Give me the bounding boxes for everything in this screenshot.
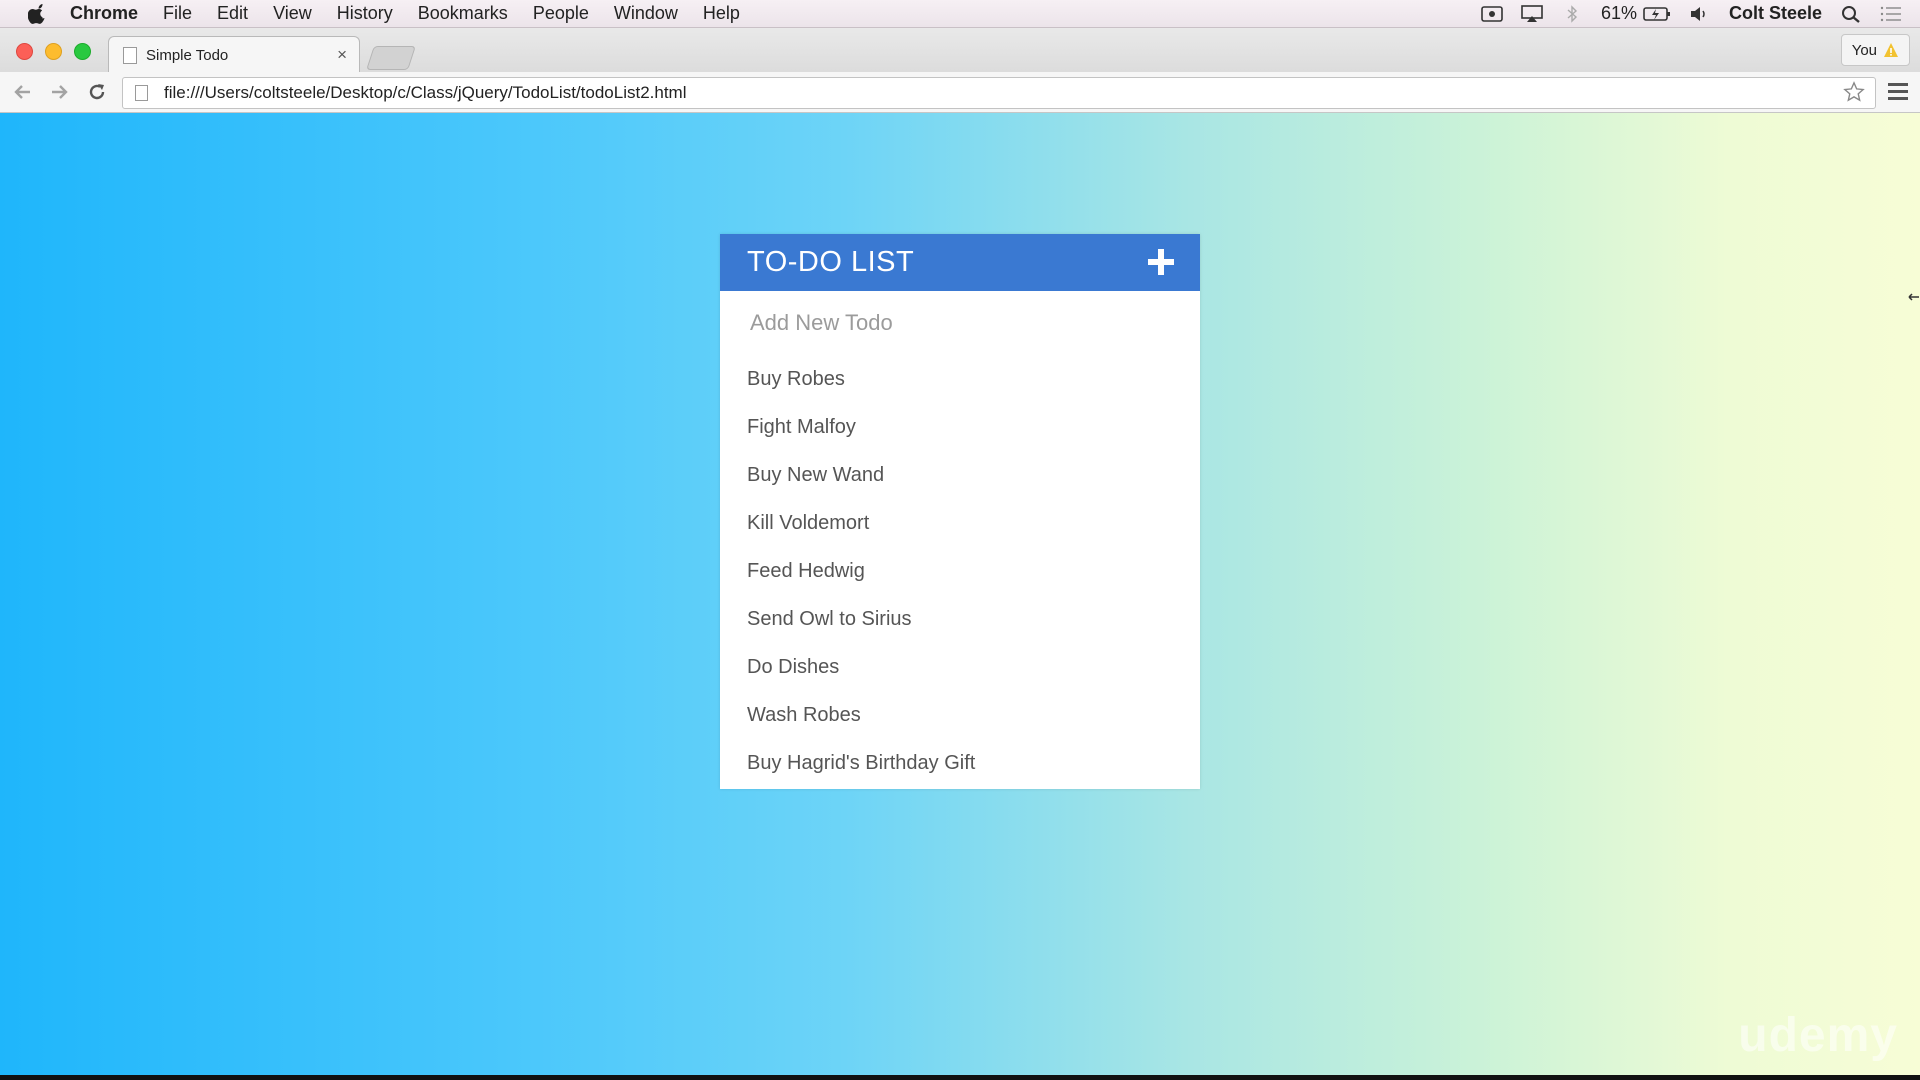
todo-item[interactable]: Feed Hedwig — [720, 547, 1200, 595]
minimize-window-button[interactable] — [45, 43, 62, 60]
battery-icon[interactable] — [1643, 5, 1671, 23]
address-bar[interactable]: file:///Users/coltsteele/Desktop/c/Class… — [122, 77, 1876, 109]
menu-bar-line — [1888, 83, 1908, 86]
menu-file[interactable]: File — [163, 3, 192, 24]
todo-item[interactable]: Wash Robes — [720, 691, 1200, 739]
todo-container: TO-DO LIST Buy Robes Fight Malfoy Buy Ne… — [720, 234, 1200, 789]
zoom-window-button[interactable] — [74, 43, 91, 60]
window-bottom-edge — [0, 1075, 1920, 1080]
todo-item[interactable]: Fight Malfoy — [720, 403, 1200, 451]
resize-cursor-icon — [1908, 293, 1919, 301]
screen-record-icon[interactable] — [1481, 5, 1503, 23]
menu-bar-line — [1888, 90, 1908, 93]
menu-help[interactable]: Help — [703, 3, 740, 24]
tab-simple-todo[interactable]: Simple Todo × — [108, 36, 360, 73]
close-window-button[interactable] — [16, 43, 33, 60]
menu-view[interactable]: View — [273, 3, 312, 24]
volume-icon[interactable] — [1689, 5, 1711, 23]
menu-history[interactable]: History — [337, 3, 393, 24]
warning-icon — [1884, 43, 1898, 57]
menu-edit[interactable]: Edit — [217, 3, 248, 24]
todo-item[interactable]: Do Dishes — [720, 643, 1200, 691]
page-viewport: TO-DO LIST Buy Robes Fight Malfoy Buy Ne… — [0, 113, 1920, 1075]
window-controls — [16, 43, 103, 60]
spotlight-search-icon[interactable] — [1840, 5, 1862, 23]
menu-people[interactable]: People — [533, 3, 589, 24]
chrome-menu-icon[interactable] — [1888, 83, 1908, 101]
todo-item[interactable]: Kill Voldemort — [720, 499, 1200, 547]
reload-icon[interactable] — [86, 81, 108, 103]
profile-label: You — [1851, 41, 1877, 59]
todo-title: TO-DO LIST — [747, 246, 915, 278]
forward-arrow-icon[interactable] — [48, 81, 70, 103]
todo-item[interactable]: Send Owl to Sirius — [720, 595, 1200, 643]
tab-title: Simple Todo — [146, 46, 229, 64]
address-url[interactable]: file:///Users/coltsteele/Desktop/c/Class… — [164, 83, 687, 103]
profile-button[interactable]: You — [1840, 34, 1910, 66]
menu-bookmarks[interactable]: Bookmarks — [418, 3, 508, 24]
bluetooth-icon[interactable] — [1561, 4, 1583, 23]
todo-item[interactable]: Buy Hagrid's Birthday Gift — [720, 739, 1200, 789]
new-tab-button[interactable] — [366, 46, 416, 70]
tab-close-icon[interactable]: × — [337, 45, 347, 65]
back-arrow-icon[interactable] — [12, 81, 34, 103]
page-favicon-icon — [123, 46, 137, 64]
menu-bar-line — [1888, 97, 1908, 100]
bookmark-star-icon[interactable] — [1843, 81, 1865, 103]
new-todo-input[interactable] — [720, 291, 1200, 355]
airplay-icon[interactable] — [1521, 4, 1543, 23]
menu-app-name[interactable]: Chrome — [70, 3, 138, 24]
todo-list: Buy Robes Fight Malfoy Buy New Wand Kill… — [720, 355, 1200, 789]
plus-icon[interactable] — [1148, 249, 1174, 275]
udemy-watermark: udemy — [1738, 1009, 1898, 1062]
tab-strip: Simple Todo × You — [0, 28, 1920, 73]
apple-icon[interactable] — [28, 3, 48, 24]
battery-percent: 61% — [1600, 3, 1637, 23]
todo-item[interactable]: Buy New Wand — [720, 451, 1200, 499]
browser-toolbar: file:///Users/coltsteele/Desktop/c/Class… — [0, 72, 1920, 113]
todo-header: TO-DO LIST — [720, 234, 1200, 291]
user-name[interactable]: Colt Steele — [1729, 3, 1822, 24]
mac-menu-bar: Chrome File Edit View History Bookmarks … — [0, 0, 1920, 28]
menu-window[interactable]: Window — [614, 3, 678, 24]
todo-item[interactable]: Buy Robes — [720, 355, 1200, 403]
notification-center-icon[interactable] — [1880, 5, 1902, 23]
page-icon — [135, 85, 148, 101]
